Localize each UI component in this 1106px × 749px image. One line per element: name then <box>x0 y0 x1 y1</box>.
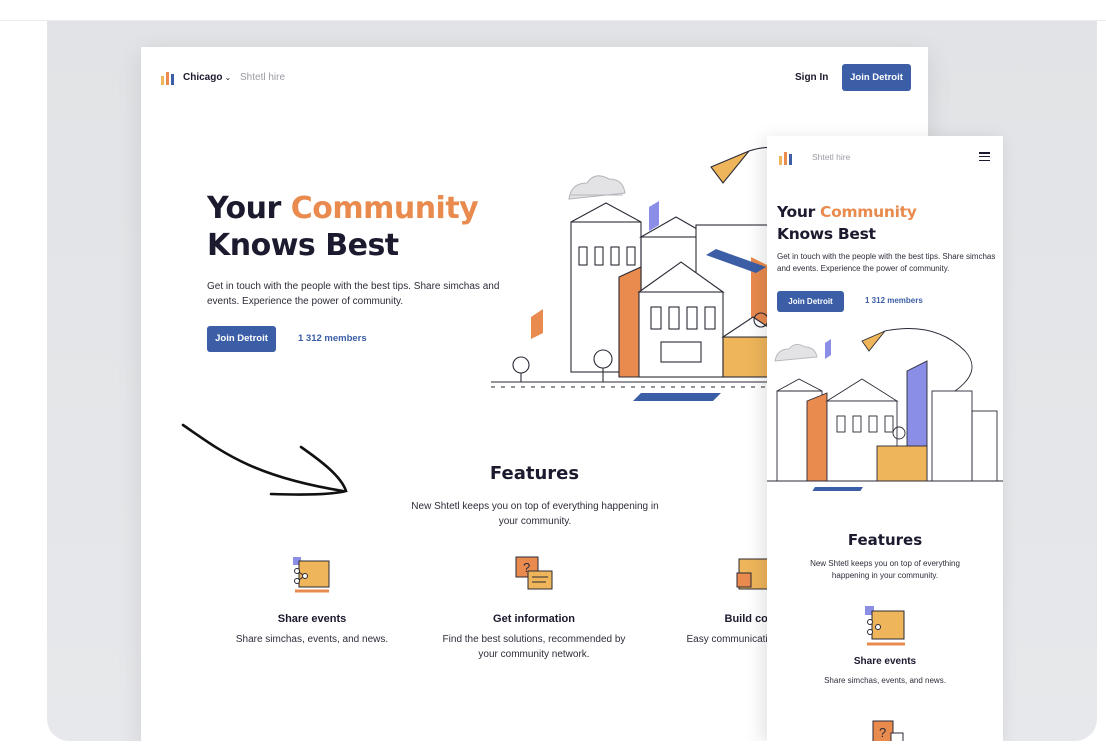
mobile-shtetl-hire-link[interactable]: Shtetl hire <box>812 152 850 162</box>
mobile-features-subtitle: New Shtetl keeps you on top of everythin… <box>810 559 960 580</box>
mobile-members-link[interactable]: 1 312 members <box>865 296 923 305</box>
sign-in-link[interactable]: Sign In <box>795 72 828 83</box>
mobile-hero-title-part1: Your <box>777 203 821 221</box>
nav-join-button[interactable]: Join Detroit <box>842 64 911 91</box>
hero-title-highlight: Community <box>290 191 479 226</box>
feature-share-events-desc: Share simchas, events, and news. <box>235 634 389 645</box>
svg-text:?: ? <box>879 725 886 740</box>
mobile-get-information-icon: ? <box>872 720 904 741</box>
mobile-logo-icon[interactable] <box>778 150 794 166</box>
mobile-city-illustration <box>767 328 1003 491</box>
feature-get-information-desc: Find the best solutions, recommended by … <box>442 634 626 660</box>
mobile-feature-title: Share events <box>853 656 917 667</box>
city-selector-label: Chicago <box>183 72 223 83</box>
hero-title: Your Community Knows Best <box>207 190 479 264</box>
hero-join-button[interactable]: Join Detroit <box>207 326 276 352</box>
mobile-hero-title-highlight: Community <box>820 203 917 221</box>
members-link[interactable]: 1 312 members <box>298 333 367 344</box>
feature-get-information-title: Get information <box>493 613 575 625</box>
logo-icon[interactable] <box>160 70 176 86</box>
mobile-page-mockup: Shtetl hire Your Community Knows Best Ge… <box>767 136 1003 741</box>
mobile-hero-title-part2: Knows Best <box>777 225 876 243</box>
mobile-feature-desc: Share simchas, events, and news. <box>824 676 946 685</box>
features-subtitle: New Shtetl keeps you on top of everythin… <box>411 501 659 527</box>
mobile-join-button[interactable]: Join Detroit <box>777 291 844 312</box>
mobile-features-title: Features <box>847 531 923 549</box>
hero-subtitle: Get in touch with the people with the be… <box>207 281 500 307</box>
shtetl-hire-link[interactable]: Shtetl hire <box>240 72 285 83</box>
top-navigation: Chicago ⌄ Shtetl hire Sign In Join Detroi… <box>141 47 928 111</box>
hero-title-part2: Knows Best <box>207 228 399 263</box>
mockup-frame: Chicago ⌄ Shtetl hire Sign In Join Detroi… <box>47 21 1097 741</box>
get-information-icon: ? <box>515 556 553 590</box>
mobile-hero-subtitle: Get in touch with the people with the be… <box>777 252 996 273</box>
mobile-share-events-icon <box>865 606 905 646</box>
browser-top-strip <box>0 0 1106 21</box>
hero-title-part1: Your <box>207 191 291 226</box>
share-events-icon <box>293 557 330 593</box>
city-selector[interactable]: Chicago ⌄ <box>183 72 231 83</box>
hamburger-menu-icon[interactable] <box>979 152 990 162</box>
mobile-hero-title: Your Community Knows Best <box>777 201 917 245</box>
chevron-down-icon: ⌄ <box>224 73 232 82</box>
feature-share-events-title: Share events <box>277 613 347 625</box>
hand-drawn-arrow <box>181 423 348 496</box>
